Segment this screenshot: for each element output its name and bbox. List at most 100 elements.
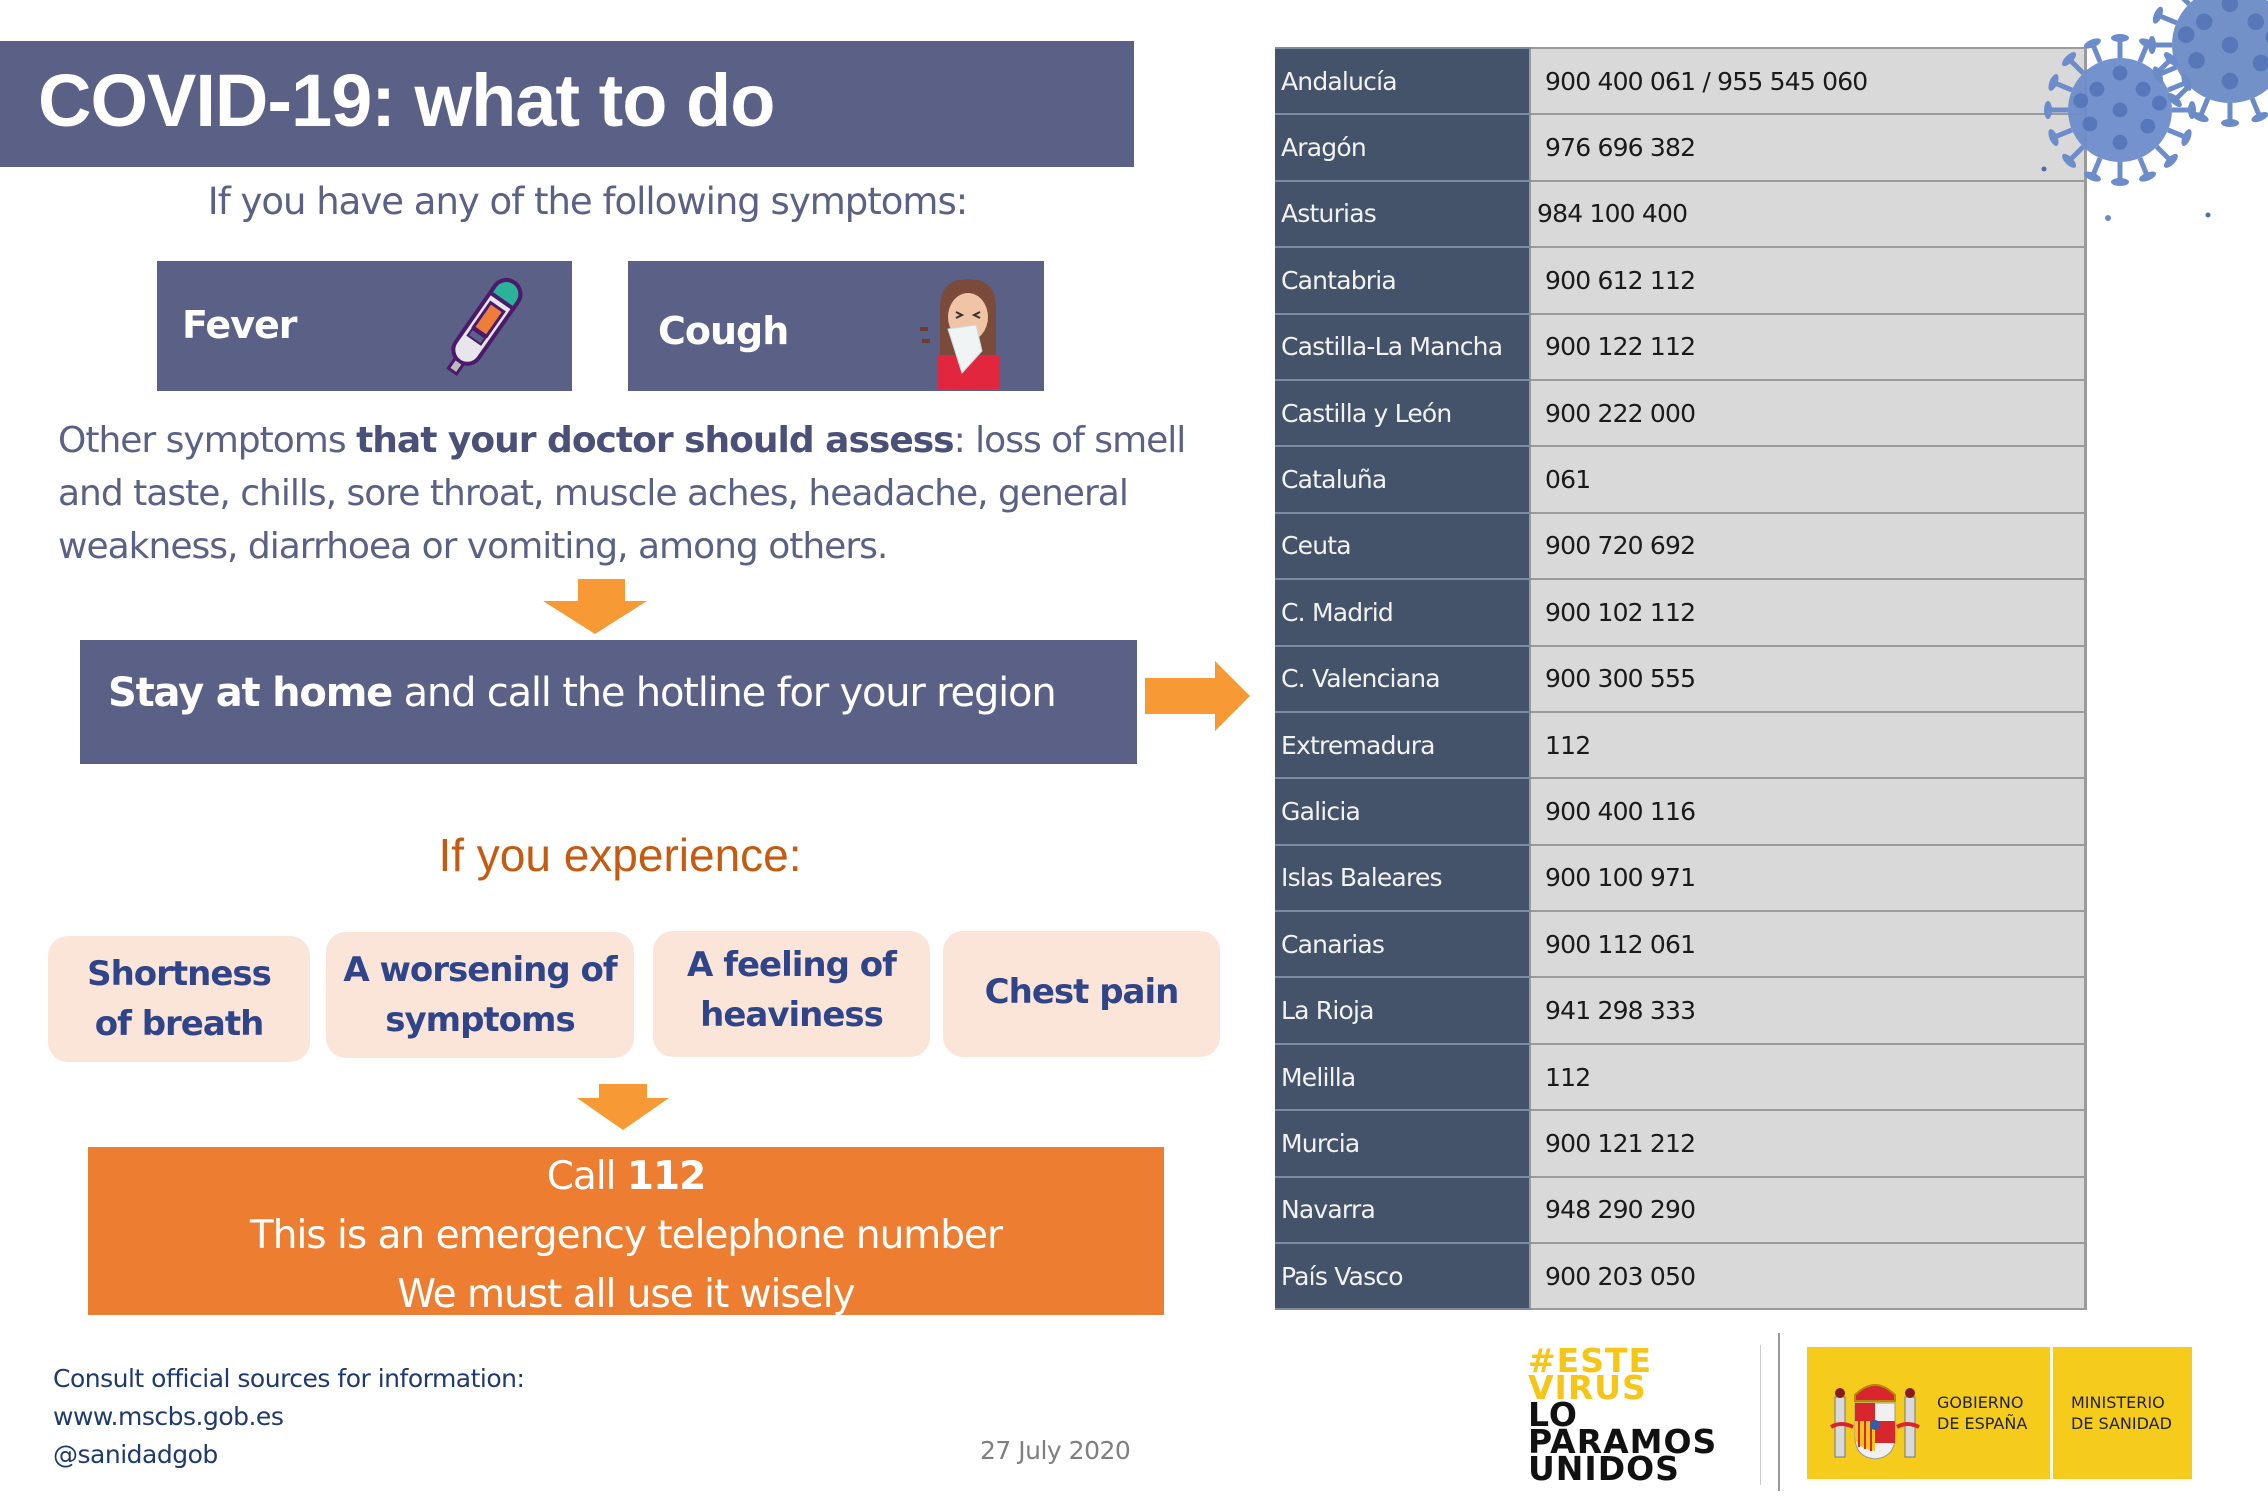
sources-heading: Consult official sources for information…: [53, 1364, 525, 1393]
symptoms-intro: If you have any of the following symptom…: [207, 180, 968, 223]
hotline-row: Castilla y León 900 222 000: [1275, 378, 2087, 448]
warning-symptom-line: A worsening of: [343, 950, 617, 990]
hotline-region: Ceuta: [1275, 511, 1530, 581]
warning-symptom-line: of breath: [94, 1004, 265, 1044]
hotline-phone[interactable]: 948 290 290: [1529, 1175, 2087, 1245]
hotline-row: Castilla-La Mancha 900 122 112: [1275, 312, 2087, 381]
hotline-row: Ceuta 900 720 692: [1275, 511, 2087, 581]
stay-at-home-rest: and call the hotline for your region: [392, 670, 1057, 716]
hotline-phone[interactable]: 061: [1529, 445, 2087, 514]
hotline-row: Galicia 900 400 116: [1275, 777, 2087, 846]
warning-symptom-line: symptoms: [385, 1000, 575, 1040]
other-symptoms-prefix: Other symptoms: [58, 420, 357, 461]
stay-at-home-text: Stay at home and call the hotline for yo…: [108, 670, 1057, 716]
virus-illustration: [2041, 0, 2268, 221]
hotline-region: Asturias: [1275, 179, 1530, 249]
hotline-phone[interactable]: 112: [1529, 710, 2087, 780]
experience-heading: If you experience:: [438, 829, 802, 881]
hotline-row: Cataluña 061: [1275, 445, 2087, 514]
hotline-phone[interactable]: 900 222 000: [1529, 378, 2087, 448]
hotline-row: Aragón 976 696 382: [1275, 113, 2087, 182]
hotline-phone[interactable]: 900 121 212: [1529, 1109, 2087, 1178]
ministry-name: MINISTERIO DE SANIDAD: [2071, 1392, 2172, 1434]
sources-twitter-link[interactable]: @sanidadgob: [53, 1436, 524, 1474]
hotline-region: Melilla: [1275, 1042, 1530, 1112]
hotline-region: Extremadura: [1275, 710, 1530, 780]
symptom-label: Cough: [658, 309, 789, 353]
hotline-region: C. Valenciana: [1275, 644, 1530, 713]
logo-divider: [1760, 1345, 1761, 1485]
hotline-phone[interactable]: 900 612 112: [1529, 246, 2087, 315]
ministry-line: MINISTERIO: [2071, 1393, 2165, 1412]
spain-coat-of-arms-icon: [1829, 1384, 1920, 1460]
hotline-row: País Vasco 900 203 050: [1275, 1242, 2087, 1311]
hotline-row: La Rioja 941 298 333: [1275, 976, 2087, 1045]
hotline-phone[interactable]: 984 100 400: [1529, 179, 2087, 249]
hotline-region: C. Madrid: [1275, 578, 1530, 647]
warning-symptom-line: A feeling of: [687, 945, 897, 985]
sources-block: Consult official sources for information…: [53, 1360, 525, 1474]
warning-symptom-card: Shortness of breath: [48, 936, 310, 1062]
emergency-call-box: Call 112 This is an emergency telephone …: [88, 1147, 1164, 1315]
hotline-region: Galicia: [1275, 777, 1530, 846]
hotline-phone[interactable]: 900 122 112: [1529, 312, 2087, 381]
warning-symptom-card: A worsening of symptoms: [326, 932, 634, 1058]
hotline-region: Murcia: [1275, 1109, 1530, 1178]
symptom-card-cough: Cough: [628, 261, 1044, 391]
warning-symptom-line: Shortness: [87, 954, 272, 994]
hotline-phone[interactable]: 900 400 116: [1529, 777, 2087, 846]
hotline-row: Canarias 900 112 061: [1275, 910, 2087, 979]
government-name: GOBIERNO DE ESPAÑA: [1937, 1392, 2027, 1434]
other-symptoms-emphasis: that your doctor should assess: [356, 420, 955, 461]
arrow-down-icon: [577, 1084, 669, 1130]
hotline-row: Navarra 948 290 290: [1275, 1175, 2087, 1245]
stay-at-home-emphasis: Stay at home: [108, 670, 393, 716]
hotline-region: La Rioja: [1275, 976, 1530, 1045]
arrow-right-icon: [1145, 661, 1250, 731]
government-logo: GOBIERNO DE ESPAÑA MINISTERIO DE SANIDAD: [1807, 1347, 2192, 1479]
hotline-region: Aragón: [1275, 113, 1530, 182]
hotline-row: Murcia 900 121 212: [1275, 1109, 2087, 1178]
hotline-phone[interactable]: 900 112 061: [1529, 910, 2087, 979]
hotline-phone[interactable]: 900 102 112: [1529, 578, 2087, 647]
sources-website-link[interactable]: www.mscbs.gob.es: [53, 1398, 524, 1436]
thermometer-icon: [446, 278, 523, 377]
emergency-number: 112: [626, 1154, 706, 1199]
hotline-phone[interactable]: 941 298 333: [1529, 976, 2087, 1045]
warning-symptom-card: Chest pain: [943, 931, 1220, 1057]
warning-symptom-line: Chest pain: [984, 972, 1180, 1012]
hotline-row: Andalucía 900 400 061 / 955 545 060: [1275, 46, 2087, 116]
hotline-phone[interactable]: 900 203 050: [1529, 1242, 2087, 1311]
hotline-phone[interactable]: 900 100 971: [1529, 843, 2087, 913]
hotline-region: Islas Baleares: [1275, 843, 1530, 913]
warning-symptom-line: heaviness: [700, 995, 884, 1035]
hotline-row: Extremadura 112: [1275, 710, 2087, 780]
hotline-region: Andalucía: [1275, 46, 1530, 116]
page-title: COVID-19: what to do: [38, 59, 775, 142]
publication-date: 27 July 2020: [980, 1436, 1131, 1465]
ministry-line: DE SANIDAD: [2071, 1414, 2172, 1433]
stay-at-home-box: Stay at home and call the hotline for yo…: [80, 640, 1137, 764]
hotline-region: Castilla-La Mancha: [1275, 312, 1530, 381]
symptom-label: Fever: [182, 303, 297, 347]
hotline-phone[interactable]: 900 400 061 / 955 545 060: [1529, 46, 2087, 116]
logo-divider: [1778, 1333, 1780, 1491]
warning-symptom-card: A feeling of heaviness: [653, 931, 930, 1057]
campaign-line: UNIDOS: [1528, 1449, 1680, 1488]
hotline-phone[interactable]: 900 720 692: [1529, 511, 2087, 581]
emergency-advice: We must all use it wisely: [397, 1272, 855, 1315]
hotline-phone[interactable]: 112: [1529, 1042, 2087, 1112]
hotline-phone[interactable]: 900 300 555: [1529, 644, 2087, 713]
symptom-card-fever: Fever: [157, 261, 572, 391]
government-line: GOBIERNO: [1937, 1393, 2024, 1412]
hotline-phone[interactable]: 976 696 382: [1529, 113, 2087, 182]
sneezing-person-icon: [920, 279, 1000, 389]
call-prefix: Call: [546, 1154, 627, 1199]
hotline-row: Asturias 984 100 400: [1275, 179, 2087, 249]
other-symptoms-text: Other symptoms that your doctor should a…: [58, 414, 1198, 573]
hotline-region: Navarra: [1275, 1175, 1530, 1245]
hotline-region: Canarias: [1275, 910, 1530, 979]
virus-icon: [2044, 34, 2196, 186]
hotline-region: Cataluña: [1275, 445, 1530, 514]
hotline-table: Andalucía 900 400 061 / 955 545 060 Aragón…: [1275, 46, 2087, 1311]
